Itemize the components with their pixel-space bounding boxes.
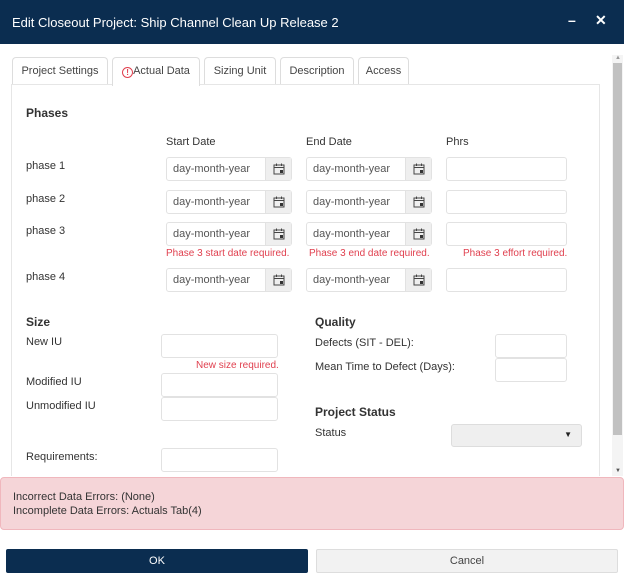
quality-heading: Quality: [315, 315, 356, 329]
warning-icon: !: [122, 67, 134, 78]
phrs-header: Phrs: [446, 136, 469, 148]
date-placeholder: day-month-year: [313, 274, 391, 286]
tab-description[interactable]: Description: [280, 57, 354, 85]
phase-phrs-input[interactable]: [446, 222, 567, 246]
tab-label: Access: [365, 65, 402, 77]
new-iu-error: New size required.: [196, 360, 279, 371]
status-select[interactable]: ▼: [451, 424, 582, 447]
incomplete-errors: Incomplete Data Errors: Actuals Tab(4): [13, 505, 202, 517]
date-placeholder: day-month-year: [173, 228, 251, 240]
requirements-input[interactable]: [161, 448, 278, 472]
phase-phrs-input[interactable]: [446, 190, 567, 214]
phase-end-date-input[interactable]: day-month-year: [306, 157, 432, 181]
mttd-input[interactable]: [495, 358, 567, 382]
scroll-up-icon[interactable]: ▲: [615, 55, 621, 61]
phase-label: phase 1: [26, 160, 66, 172]
defects-label: Defects (SIT - DEL):: [315, 337, 414, 349]
phase-start-date-input[interactable]: day-month-year: [166, 222, 292, 246]
size-heading: Size: [26, 315, 51, 329]
tab-actual-data[interactable]: ! Actual Data: [112, 57, 200, 86]
phase3-end-error: Phase 3 end date required.: [309, 248, 430, 259]
minimize-icon[interactable]: –: [568, 12, 576, 28]
end-date-header: End Date: [306, 136, 352, 148]
modified-iu-input[interactable]: [161, 373, 278, 397]
phase-start-date-input[interactable]: day-month-year: [166, 190, 292, 214]
dialog-titlebar: Edit Closeout Project: Ship Channel Clea…: [0, 0, 624, 44]
requirements-label: Requirements:: [26, 451, 98, 463]
tab-sizing-unit[interactable]: Sizing Unit: [204, 57, 276, 85]
new-iu-input[interactable]: [161, 334, 278, 358]
calendar-icon[interactable]: [265, 158, 291, 180]
tab-label: Sizing Unit: [213, 65, 267, 77]
unmodified-iu-label: Unmodified IU: [26, 400, 96, 412]
calendar-icon[interactable]: [265, 223, 291, 245]
phase3-effort-error: Phase 3 effort required.: [463, 248, 568, 259]
calendar-icon[interactable]: [405, 158, 431, 180]
calendar-icon[interactable]: [405, 223, 431, 245]
tab-label: Project Settings: [21, 65, 99, 77]
phase-label: phase 4: [26, 271, 66, 283]
calendar-icon[interactable]: [265, 191, 291, 213]
date-placeholder: day-month-year: [173, 163, 251, 175]
calendar-icon[interactable]: [265, 269, 291, 291]
phase-phrs-input[interactable]: [446, 157, 567, 181]
date-placeholder: day-month-year: [313, 228, 391, 240]
close-icon[interactable]: ✕: [595, 12, 607, 29]
phase-label: phase 2: [26, 193, 66, 205]
phase-end-date-input[interactable]: day-month-year: [306, 222, 432, 246]
tab-label: Actual Data: [133, 65, 190, 77]
phase-label: phase 3: [26, 225, 66, 237]
scroll-down-icon[interactable]: ▼: [615, 468, 621, 474]
project-status-heading: Project Status: [315, 405, 396, 419]
scrollbar-thumb[interactable]: [613, 63, 622, 435]
tab-access[interactable]: Access: [358, 57, 409, 85]
phase-start-date-input[interactable]: day-month-year: [166, 157, 292, 181]
modified-iu-label: Modified IU: [26, 376, 82, 388]
tab-project-settings[interactable]: Project Settings: [12, 57, 108, 85]
calendar-icon[interactable]: [405, 191, 431, 213]
dropdown-arrow-icon: ▼: [564, 430, 572, 439]
date-placeholder: day-month-year: [313, 196, 391, 208]
mttd-label: Mean Time to Defect (Days):: [315, 361, 455, 373]
defects-input[interactable]: [495, 334, 567, 358]
phase-end-date-input[interactable]: day-month-year: [306, 190, 432, 214]
start-date-header: Start Date: [166, 136, 216, 148]
cancel-button[interactable]: Cancel: [316, 549, 618, 573]
incorrect-errors: Incorrect Data Errors: (None): [13, 491, 155, 503]
date-placeholder: day-month-year: [313, 163, 391, 175]
date-placeholder: day-month-year: [173, 196, 251, 208]
ok-button[interactable]: OK: [6, 549, 308, 573]
unmodified-iu-input[interactable]: [161, 397, 278, 421]
tab-label: Description: [289, 65, 345, 77]
calendar-icon[interactable]: [405, 269, 431, 291]
validation-errors: Incorrect Data Errors: (None) Incomplete…: [0, 477, 624, 530]
phase3-start-error: Phase 3 start date required.: [166, 248, 290, 259]
phase-start-date-input[interactable]: day-month-year: [166, 268, 292, 292]
date-placeholder: day-month-year: [173, 274, 251, 286]
new-iu-label: New IU: [26, 336, 63, 348]
phases-heading: Phases: [26, 106, 69, 120]
phase-phrs-input[interactable]: [446, 268, 567, 292]
dialog-title: Edit Closeout Project: Ship Channel Clea…: [12, 15, 339, 30]
phase-end-date-input[interactable]: day-month-year: [306, 268, 432, 292]
status-label: Status: [315, 427, 347, 439]
